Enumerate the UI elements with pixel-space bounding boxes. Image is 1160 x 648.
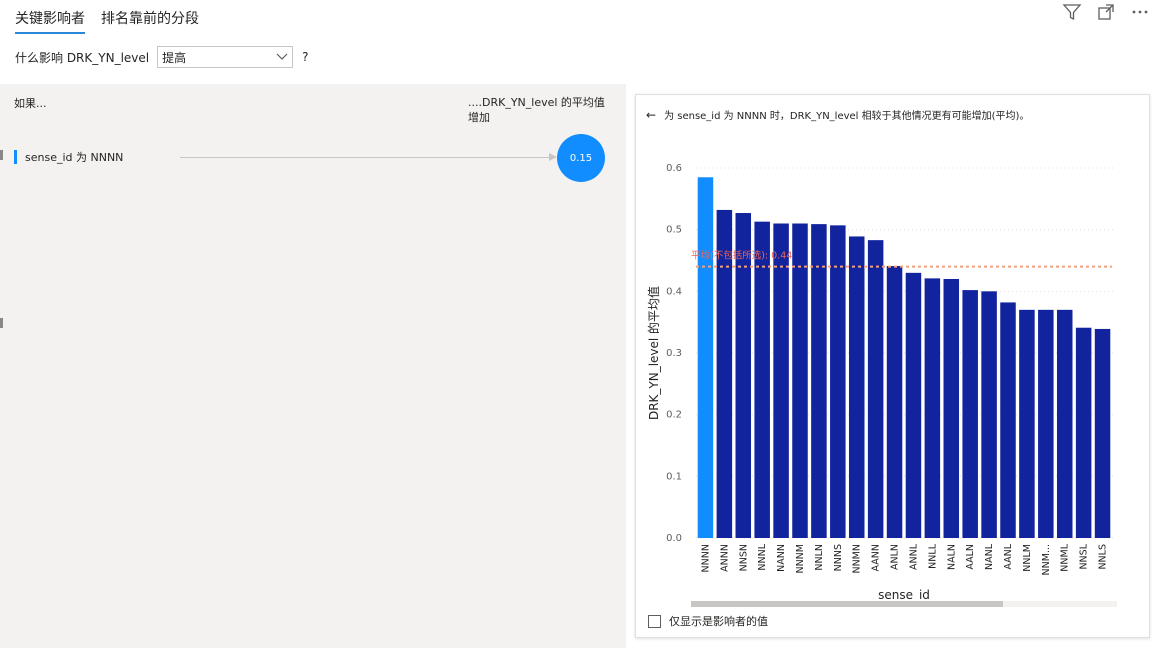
scrollbar-thumb[interactable] [691, 601, 1003, 607]
detail-card: 0.0 0.1 0.2 0.3 0.4 0.5 0.6 NNNN ANNN NNSN NNNL NA… [635, 94, 1150, 638]
tab-bar: 关键影响者 排名靠前的分段 [15, 8, 199, 34]
x-tick-label: NNLL [927, 543, 938, 569]
x-tick-label: NNML [1060, 543, 1071, 571]
influence-bubble[interactable]: 0.15 [557, 134, 605, 182]
x-tick-label: NALN [946, 544, 957, 570]
influencers-only-toggle[interactable]: 仅显示是影响者的值 [648, 613, 768, 629]
x-tick-label: ANLN [890, 544, 901, 570]
y-axis-title: DRK_YN_level 的平均值 [646, 286, 661, 420]
x-tick-label: AALN [965, 544, 976, 570]
connector-arrow-icon [549, 153, 557, 161]
help-icon[interactable]: ? [302, 50, 308, 64]
bar[interactable] [1075, 327, 1092, 538]
bar[interactable] [735, 213, 752, 538]
bar[interactable] [1038, 309, 1054, 538]
x-tick-label: NNM... [1041, 544, 1052, 575]
bar[interactable] [754, 221, 770, 538]
x-tick-label: AANL [1003, 543, 1014, 569]
y-tick-label: 0.1 [666, 471, 682, 482]
x-tick-label: NNNN [700, 544, 711, 572]
selected-marker [14, 150, 17, 164]
tab-top-segments[interactable]: 排名靠前的分段 [101, 8, 199, 34]
bar-chart: 0.0 0.1 0.2 0.3 0.4 0.5 0.6 NNNN ANNN NNSN NNNL NA… [646, 163, 1117, 607]
back-arrow-icon[interactable]: ← [646, 108, 656, 122]
y-tick-label: 0.6 [666, 163, 682, 174]
if-header: 如果... [14, 97, 47, 110]
checkbox[interactable] [648, 614, 661, 628]
x-tick-label: NNSN [738, 544, 749, 571]
checkbox-label: 仅显示是影响者的值 [669, 615, 768, 628]
outcome-header: ....DRK_YN_level 的平均值增加 [468, 96, 605, 124]
resize-handle[interactable] [0, 318, 3, 328]
question-label: 什么影响 DRK_YN_level [15, 50, 150, 65]
bar[interactable] [830, 225, 846, 538]
x-tick-label: NNSL [1079, 543, 1090, 569]
focus-mode-icon[interactable] [1096, 2, 1116, 22]
bar[interactable] [792, 223, 808, 539]
bar[interactable] [981, 291, 997, 538]
bar[interactable] [848, 236, 865, 538]
y-tick-label: 0.4 [666, 286, 682, 297]
influence-value: 0.15 [569, 152, 593, 164]
y-tick-label: 0.0 [666, 533, 682, 544]
y-tick-label: 0.3 [666, 348, 682, 359]
influencer-label: sense_id 为 NNNN [25, 151, 124, 164]
x-tick-label: ANNN [719, 544, 730, 572]
bar[interactable] [1056, 309, 1073, 538]
dropdown-value: 提高 [162, 50, 187, 65]
direction-dropdown[interactable]: 提高 [157, 46, 294, 68]
x-tick-label: NNLN [814, 544, 825, 571]
bar[interactable] [867, 240, 884, 538]
bar[interactable] [962, 290, 978, 538]
filter-icon[interactable] [1062, 2, 1082, 22]
y-tick-label: 0.5 [666, 225, 682, 236]
bar[interactable] [697, 177, 714, 538]
detail-title-text: 为 sense_id 为 NNNN 时，DRK_YN_level 相较于其他情况… [664, 111, 1030, 122]
question-row: 什么影响 DRK_YN_level 提高 ? [15, 46, 308, 68]
bar[interactable] [1000, 302, 1016, 538]
average-label: 平均(不包括所选): 0.44 [691, 250, 792, 262]
visual-toolbar [1062, 2, 1150, 22]
y-tick-label: 0.2 [666, 410, 682, 421]
x-tick-label: NANN [776, 544, 787, 572]
resize-handle[interactable] [0, 150, 3, 160]
x-tick-label: NNMN [852, 544, 863, 574]
bar[interactable] [943, 279, 960, 538]
x-tick-label: NNNL [757, 543, 768, 570]
x-tick-label: NNNS [833, 544, 844, 571]
x-tick-label: NNNM [795, 544, 806, 574]
bar[interactable] [924, 278, 941, 538]
x-tick-label: NNLM [1022, 544, 1033, 572]
more-options-icon[interactable] [1130, 2, 1150, 22]
bar[interactable] [1094, 328, 1111, 538]
bar[interactable] [811, 224, 827, 538]
chevron-down-icon [276, 50, 288, 64]
bar[interactable] [905, 272, 922, 538]
bar[interactable] [773, 223, 789, 539]
bar[interactable] [886, 266, 903, 538]
influencers-list-panel: 如果... ....DRK_YN_level 的平均值增加 sense_id 为… [0, 84, 626, 648]
x-tick-label: AANN [871, 544, 882, 571]
bar[interactable] [1019, 309, 1035, 538]
x-tick-label: NANL [984, 543, 995, 570]
influencer-item[interactable]: sense_id 为 NNNN [14, 149, 123, 165]
x-tick-label: ANNL [908, 543, 919, 570]
tab-key-influencers[interactable]: 关键影响者 [15, 8, 85, 34]
x-axis-title: sense_id [878, 588, 930, 602]
detail-title: ← 为 sense_id 为 NNNN 时，DRK_YN_level 相较于其他… [646, 107, 1030, 123]
x-tick-label: NNLS [1098, 544, 1109, 570]
connector-line [180, 157, 554, 158]
